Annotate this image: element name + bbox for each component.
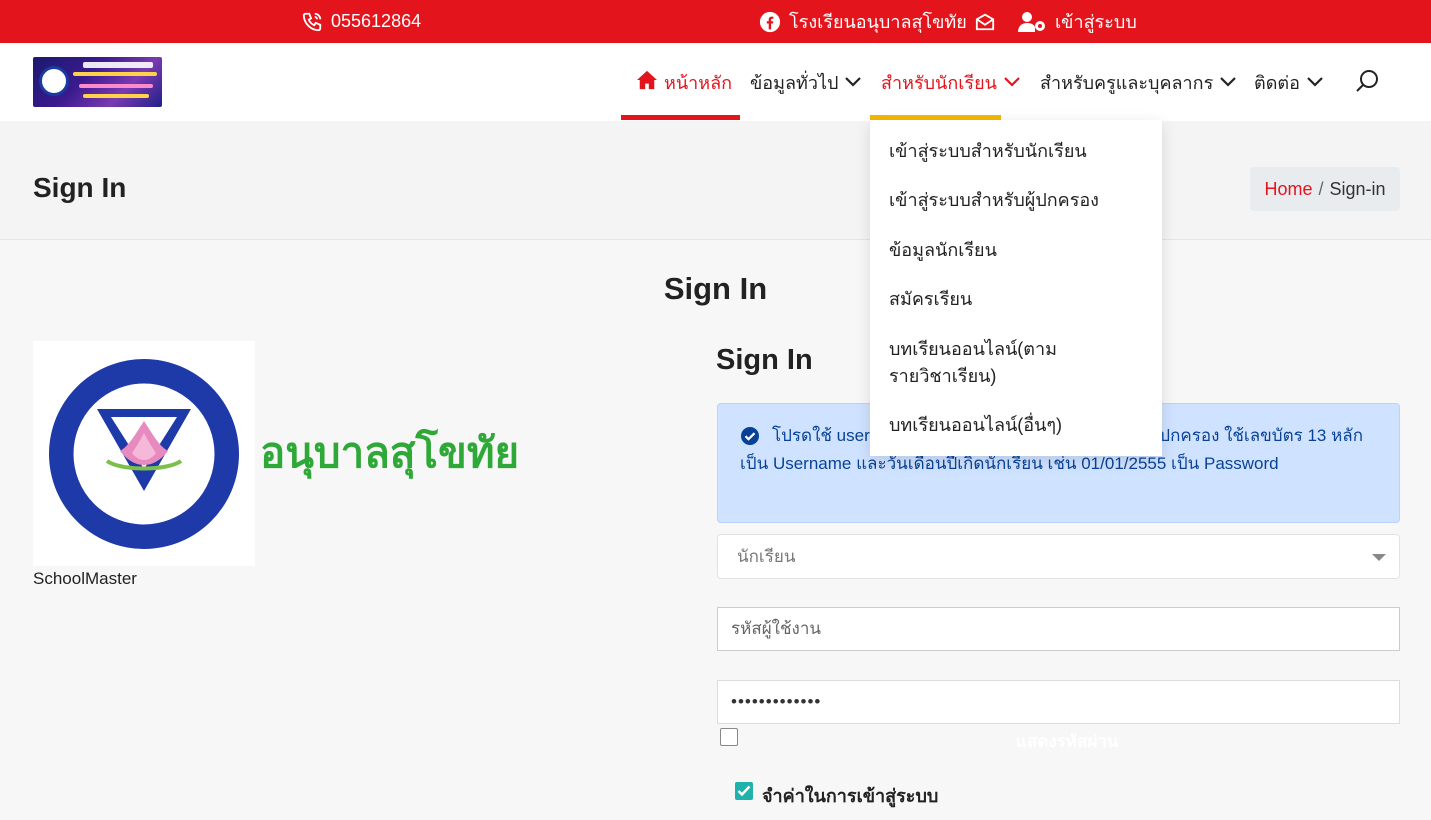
user-gear-icon [1017,10,1047,34]
school-emblem [33,341,255,566]
check-circle-icon [740,426,760,455]
dropdown-item-student-login[interactable]: เข้าสู่ระบบสำหรับนักเรียน [889,138,1139,165]
phone-icon [301,11,323,33]
login-label: เข้าสู่ระบบ [1055,12,1137,32]
facebook-icon [759,11,781,33]
school-caption: SchoolMaster [33,569,137,588]
chevron-down-icon [1003,72,1021,93]
nav-contact-label: ติดต่อ [1254,72,1300,93]
nav-students[interactable]: สำหรับนักเรียน [881,43,1021,121]
chevron-down-icon [1219,72,1237,93]
mail-link[interactable] [974,0,996,43]
login-link[interactable]: เข้าสู่ระบบ [1017,0,1137,43]
chevron-down-icon [844,72,862,93]
page-header [0,121,1431,240]
facebook-label: โรงเรียนอนุบาลสุโขทัย [789,12,967,32]
top-bar: 055612864 โรงเรียนอนุบาลสุโขทัย เข้าสู่ร… [0,0,1431,43]
role-select-value: นักเรียน [737,547,796,566]
dropdown-item-enroll[interactable]: สมัครเรียน [889,286,1139,313]
facebook-link[interactable]: โรงเรียนอนุบาลสุโขทัย [759,0,967,43]
phone-number: 055612864 [331,11,422,31]
nav-home-label: หน้าหลัก [664,72,733,93]
dropdown-item-parent-login[interactable]: เข้าสู่ระบบสำหรับผู้ปกครอง [889,187,1139,214]
breadcrumb-home[interactable]: Home [1264,179,1312,200]
show-password-label: แสดงรหัสผ่าน [1016,732,1119,751]
breadcrumb-separator: / [1318,178,1324,199]
breadcrumb-current: Sign-in [1329,178,1386,199]
chevron-down-icon [1306,72,1324,93]
home-icon [636,70,658,95]
school-name: อนุบาลสุโขทัย [260,429,520,476]
role-select[interactable]: นักเรียน [717,534,1400,579]
nav-general-label: ข้อมูลทั่วไป [750,72,839,93]
remember-me-label: จำค่าในการเข้าสู่ระบบ [762,786,939,806]
main-navbar: หน้าหลัก ข้อมูลทั่วไป สำหรับนักเรียน สำห… [0,43,1431,121]
nav-general[interactable]: ข้อมูลทั่วไป [750,43,862,121]
caret-down-icon [1372,554,1386,561]
username-input[interactable] [717,607,1400,651]
form-title: Sign In [716,344,813,376]
site-logo[interactable] [33,57,162,107]
phone-link[interactable]: 055612864 [301,0,421,43]
nav-staff[interactable]: สำหรับครูและบุคลากร [1040,43,1237,121]
search-icon[interactable] [1354,67,1382,100]
breadcrumb: Home / Sign-in [1250,167,1400,211]
mail-icon [974,12,996,32]
show-password-checkbox[interactable] [720,728,738,746]
main-title: Sign In [663,271,768,306]
password-input[interactable] [717,680,1400,724]
page-title: Sign In [33,172,127,203]
active-nav-indicator [621,115,740,120]
nav-contact[interactable]: ติดต่อ [1254,43,1324,121]
dropdown-item-student-info[interactable]: ข้อมูลนักเรียน [889,237,1139,264]
nav-home[interactable]: หน้าหลัก [636,43,732,121]
dropdown-item-online-lessons-other[interactable]: บทเรียนออนไลน์(อื่นๆ) [889,412,1139,439]
nav-staff-label: สำหรับครูและบุคลากร [1040,72,1214,93]
remember-me-checkbox[interactable] [735,782,753,800]
nav-students-label: สำหรับนักเรียน [881,72,997,93]
students-dropdown-menu: เข้าสู่ระบบสำหรับนักเรียน เข้าสู่ระบบสำห… [870,120,1162,456]
dropdown-item-online-lessons-subject[interactable]: บทเรียนออนไลน์(ตามรายวิชาเรียน) [889,336,1119,390]
